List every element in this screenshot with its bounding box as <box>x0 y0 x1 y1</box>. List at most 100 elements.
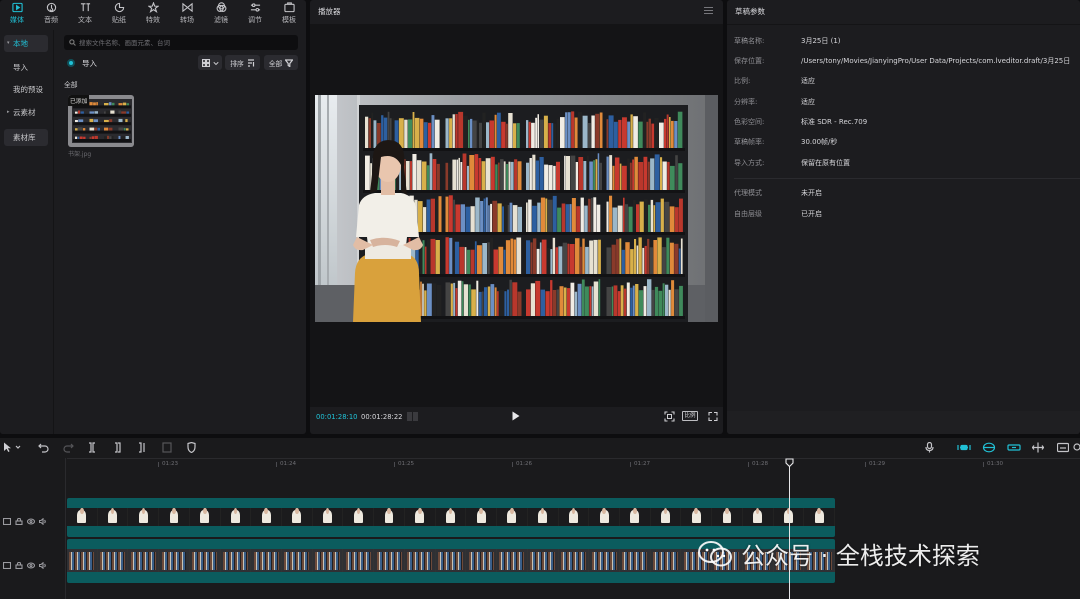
watermark-text: 公众号 · 全栈技术探索 <box>741 542 980 570</box>
view-mode-button[interactable] <box>198 55 222 70</box>
params-title: 草稿参数 <box>735 7 765 16</box>
filmstrip-frame <box>343 549 374 572</box>
sidebar-item-cloud[interactable]: ▸ 云素材 <box>4 104 48 121</box>
audio-icon <box>46 2 56 13</box>
filmstrip-frame <box>67 508 97 526</box>
filmstrip-frame <box>189 508 220 526</box>
redo-icon[interactable] <box>63 442 74 453</box>
sort-button[interactable]: 排序 <box>225 55 260 70</box>
sidebar-item-presets[interactable]: 我的预设 <box>4 81 48 98</box>
added-badge: 已添加 <box>68 95 90 106</box>
speaker-icon[interactable] <box>39 562 47 569</box>
tab-adjust[interactable]: 调节 <box>238 0 272 26</box>
search-icon <box>69 39 76 46</box>
filmstrip-frame <box>312 549 343 572</box>
eye-icon[interactable] <box>27 518 35 525</box>
filmstrip-frame <box>558 549 589 572</box>
sidebar-item-library[interactable]: 素材库 <box>4 129 48 146</box>
sort-icon <box>247 58 254 67</box>
undo-icon[interactable] <box>38 442 49 453</box>
select-tool-icon[interactable] <box>3 442 21 453</box>
menu-icon[interactable] <box>704 7 713 15</box>
param-label: 分辨率: <box>734 98 758 106</box>
tab-text[interactable]: 文本 <box>68 0 102 26</box>
player-viewport <box>310 24 723 407</box>
tab-audio[interactable]: 音频 <box>34 0 68 26</box>
fit-screen-icon[interactable] <box>664 411 675 422</box>
cover-icon[interactable] <box>3 518 11 525</box>
timeline-ruler[interactable]: 01:23 01:24 01:25 01:26 01:27 01:28 01:2… <box>67 458 1080 470</box>
param-label: 比例: <box>734 77 751 85</box>
funnel-icon <box>285 58 294 67</box>
filter-button[interactable]: 全部 <box>264 55 298 70</box>
effects-icon <box>147 2 159 13</box>
playhead-line[interactable] <box>789 464 790 599</box>
fullscreen-icon[interactable] <box>708 411 718 422</box>
shield-icon[interactable] <box>187 441 196 454</box>
tab-filter[interactable]: 滤镜 <box>204 0 238 26</box>
auto-snap-icon[interactable] <box>982 442 996 453</box>
lock-icon[interactable] <box>15 562 23 569</box>
filmstrip-frame <box>681 508 712 526</box>
zoom-out-icon[interactable] <box>1073 442 1080 453</box>
transition-icon <box>181 2 193 13</box>
filmstrip-frame <box>67 549 97 572</box>
ratio-button[interactable]: 比例 <box>682 411 698 421</box>
main-track-magnet-icon[interactable] <box>957 442 971 453</box>
play-icon[interactable] <box>512 411 520 421</box>
param-value: 保留在原有位置 <box>801 159 850 167</box>
tab-template[interactable]: 模板 <box>272 0 306 26</box>
preview-axis-icon[interactable] <box>1031 442 1045 453</box>
presenter-clip[interactable] <box>67 498 835 537</box>
filmstrip-frame <box>466 508 497 526</box>
filmstrip-frame <box>312 508 343 526</box>
eye-icon[interactable] <box>27 562 35 569</box>
video-preview[interactable] <box>315 95 718 322</box>
sticker-icon <box>114 2 124 13</box>
lock-icon[interactable] <box>15 518 23 525</box>
split-icon[interactable] <box>87 442 97 453</box>
sidebar-item-import[interactable]: 导入 <box>4 59 48 76</box>
import-icon <box>67 59 75 67</box>
split-left-icon[interactable] <box>112 442 122 453</box>
wechat-watermark: 公众号 · 全栈技术探索 <box>697 536 980 571</box>
filmstrip-frame <box>97 508 128 526</box>
section-all-label: 全部 <box>64 81 78 89</box>
tab-sticker[interactable]: 贴纸 <box>102 0 136 26</box>
chevron-down-icon <box>212 61 219 65</box>
caret-down-icon: ▾ <box>7 40 10 46</box>
microphone-icon[interactable] <box>925 441 934 453</box>
media-icon <box>11 2 23 13</box>
sidebar-item-local[interactable]: ▾ 本地 <box>4 35 48 52</box>
category-toolbar: 媒体 音频 文本 贴纸 特效 转场 滤镜 调节 模板 <box>0 0 306 26</box>
split-right-icon[interactable] <box>137 442 147 453</box>
cover-icon[interactable] <box>3 562 11 569</box>
linkage-icon[interactable] <box>1007 442 1021 453</box>
filmstrip-frame <box>374 549 404 572</box>
filmstrip-frame <box>527 549 558 572</box>
search-input[interactable] <box>79 35 294 50</box>
tab-transition[interactable]: 转场 <box>170 0 204 26</box>
param-label: 草稿名称: <box>734 37 765 45</box>
tab-effects[interactable]: 特效 <box>136 0 170 26</box>
import-button[interactable]: 导入 <box>67 57 97 69</box>
param-value: 适应 <box>801 98 815 106</box>
filmstrip-frame <box>404 549 435 572</box>
media-thumbnail[interactable]: 已添加 <box>68 95 134 147</box>
filmstrip-frame <box>404 508 435 526</box>
wechat-icon <box>698 540 732 566</box>
media-panel: 媒体 音频 文本 贴纸 特效 转场 滤镜 调节 模板 ▾ 本地 导入 我的预设 … <box>0 0 306 434</box>
player-panel: 播放器 00:01:28:10 00:01:28:22 比例 <box>310 0 723 434</box>
tab-media[interactable]: 媒体 <box>0 0 34 26</box>
filmstrip-frame <box>497 549 527 572</box>
filmstrip-frame <box>159 549 189 572</box>
param-label: 代理模式 <box>734 189 762 197</box>
ruler-tick: 01:30 <box>982 461 1004 467</box>
speaker-icon[interactable] <box>39 518 47 525</box>
filmstrip-frame <box>527 508 558 526</box>
search-box[interactable] <box>64 35 298 50</box>
delete-icon[interactable] <box>162 442 172 453</box>
ruler-tick: 01:27 <box>629 461 651 467</box>
caption-icon[interactable] <box>1056 442 1070 453</box>
playhead-handle-icon[interactable] <box>785 458 794 467</box>
